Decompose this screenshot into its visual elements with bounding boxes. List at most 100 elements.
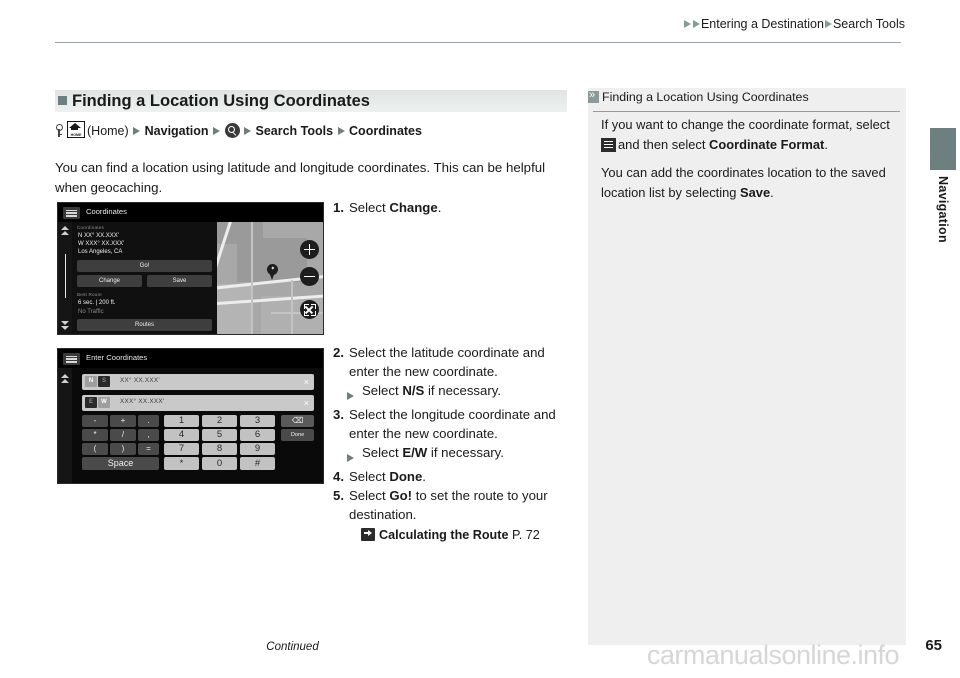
expand-map-button[interactable] (300, 300, 319, 319)
step-text-strong: Done (389, 469, 423, 484)
scroll-up-icon[interactable] (61, 374, 69, 383)
key-space[interactable]: Space (82, 457, 159, 470)
substep-text-pre: Select (362, 383, 403, 398)
change-button[interactable]: Change (77, 275, 142, 287)
key-0[interactable]: 0 (202, 457, 237, 470)
step-text: Select Change. (349, 198, 573, 217)
clear-icon[interactable]: × (304, 398, 309, 408)
breadcrumb: Entering a Destination Search Tools (0, 17, 905, 31)
key-done[interactable]: Done (281, 429, 314, 441)
step-item: 3. Select the longitude coordinate and e… (333, 405, 578, 443)
step-text: Select the longitude coordinate and ente… (349, 407, 556, 441)
step-item: 2. Select the latitude coordinate and en… (333, 343, 578, 381)
reference-title: Calculating the Route (379, 528, 509, 542)
toggle-north[interactable]: N (85, 376, 97, 388)
screenshot1-info-panel: Coordinates N XX° XX.XXX' W XXX° XX.XXX'… (72, 222, 217, 334)
navigation-path: HOME (Home) Navigation Search Tools Coord… (55, 121, 422, 138)
toggle-east[interactable]: E (85, 397, 97, 409)
key-comma[interactable]: , (138, 429, 159, 441)
substep-text: Select N/S if necessary. (362, 381, 501, 405)
longitude-input-value: XXX° XX.XXX' (120, 398, 165, 405)
substep-text-strong: E/W (402, 445, 428, 460)
key-3[interactable]: 3 (240, 415, 275, 427)
key-4[interactable]: 4 (164, 429, 199, 441)
step-text-post: . (422, 469, 426, 484)
screenshot1-scroll-rail[interactable] (58, 222, 72, 334)
cross-reference[interactable]: Calculating the Route P. 72 (361, 526, 578, 545)
key-5[interactable]: 5 (202, 429, 237, 441)
key-equals[interactable]: = (138, 443, 159, 455)
go-button[interactable]: Go! (77, 260, 212, 272)
latitude-input[interactable]: N S XX° XX.XXX' × (82, 374, 314, 390)
map-road (291, 280, 293, 334)
coordinates-section-label: Coordinates (77, 225, 104, 230)
key-8[interactable]: 8 (202, 443, 237, 455)
toggle-west[interactable]: W (98, 397, 110, 409)
reference-text: Calculating the Route P. 72 (379, 526, 540, 545)
step-number: 1. (333, 200, 344, 215)
key-period[interactable]: . (138, 415, 159, 427)
note-p1-part3: . (824, 136, 828, 152)
chevron-right-icon (824, 19, 832, 28)
reference-arrow-icon (361, 528, 375, 541)
search-icon (224, 123, 240, 138)
key-7[interactable]: 7 (164, 443, 199, 455)
substep-item: Select E/W if necessary. (347, 443, 578, 467)
step-text: Select Done. (349, 467, 578, 486)
chevron-right-icon (347, 381, 362, 405)
step-item: 1. Select Change. (333, 198, 573, 217)
map-destination-pin: ✦ (267, 264, 278, 280)
menu-icon[interactable] (63, 207, 80, 219)
key-hash[interactable]: # (240, 457, 275, 470)
page-number: 65 (925, 637, 942, 654)
key-slash[interactable]: / (110, 429, 136, 441)
key-paren-close[interactable]: ) (110, 443, 136, 455)
footer-continued: Continued (266, 641, 319, 653)
key-backspace[interactable]: ⌫ (281, 415, 314, 427)
reference-page: P. 72 (511, 528, 540, 542)
map-block (217, 284, 253, 334)
zoom-out-button[interactable] (300, 267, 319, 286)
key-6[interactable]: 6 (240, 429, 275, 441)
toggle-south[interactable]: S (98, 376, 110, 388)
best-route-label: Best Route (77, 292, 102, 297)
step-text-strong: Change (389, 200, 438, 215)
key-plus[interactable]: + (110, 415, 136, 427)
section-bullet-icon (58, 96, 67, 105)
key-paren-open[interactable]: ( (82, 443, 108, 455)
chevron-right-icon (692, 19, 700, 28)
key-minus[interactable]: - (82, 415, 108, 427)
step-number: 4. (333, 469, 344, 484)
key-asterisk-num[interactable]: * (164, 457, 199, 470)
note-paragraph-2: You can add the coordinates location to … (601, 163, 895, 202)
zoom-in-button[interactable] (300, 240, 319, 259)
nav-path-item-navigation: Navigation (144, 124, 209, 138)
chevron-right-icon (133, 126, 141, 135)
section-tab-block (930, 128, 956, 170)
step-number: 2. (333, 345, 344, 360)
screenshot2-scroll-rail[interactable] (58, 368, 72, 483)
scroll-up-icon[interactable] (61, 226, 69, 235)
key-2[interactable]: 2 (202, 415, 237, 427)
key-9[interactable]: 9 (240, 443, 275, 455)
key-1[interactable]: 1 (164, 415, 199, 427)
scroll-down-icon[interactable] (61, 321, 69, 330)
chevron-right-icon (244, 126, 251, 135)
substep-text-pre: Select (362, 445, 403, 460)
substep-text-strong: N/S (402, 383, 425, 398)
scrollbar-track[interactable] (64, 254, 67, 298)
menu-icon[interactable] (63, 353, 80, 365)
clear-icon[interactable]: × (304, 377, 309, 387)
key-asterisk[interactable]: * (82, 429, 108, 441)
note-p1-part1: If you want to change the coordinate for… (601, 117, 890, 132)
routes-button[interactable]: Routes (77, 319, 212, 331)
page-title: Finding a Location Using Coordinates (72, 92, 370, 110)
instruction-steps-group-2: 2. Select the latitude coordinate and en… (333, 343, 578, 545)
map-view[interactable]: ✦ (217, 222, 323, 334)
header-divider (55, 42, 901, 43)
longitude-input[interactable]: E W XXX° XX.XXX' × (82, 395, 314, 411)
chevron-right-icon (683, 19, 691, 28)
note-p1-strong: Coordinate Format (709, 136, 825, 152)
note-divider (593, 111, 900, 112)
save-button[interactable]: Save (147, 275, 212, 287)
